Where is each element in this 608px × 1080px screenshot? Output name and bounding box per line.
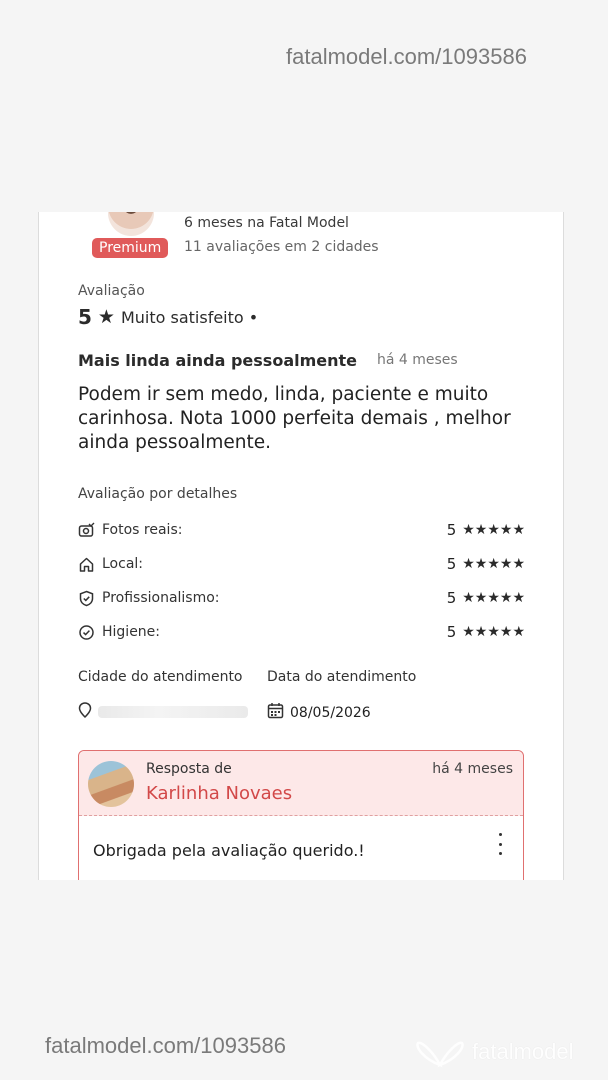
butterfly-logo-icon xyxy=(416,1041,464,1068)
rating-row: 5 ★ Muito satisfeito • xyxy=(78,305,258,329)
detail-stars: ★★★★★ xyxy=(462,624,525,640)
city-label: Cidade do atendimento xyxy=(78,669,243,685)
card-left-border xyxy=(38,212,39,880)
detail-value: 5 xyxy=(446,521,457,539)
detail-label: Profissionalismo: xyxy=(102,590,220,606)
detail-label: Local: xyxy=(102,556,144,572)
watermark-url-bottom: fatalmodel.com/1093586 xyxy=(45,1033,286,1058)
review-time: há 4 meses xyxy=(377,352,458,368)
review-title: Mais linda ainda pessoalmente xyxy=(78,351,358,370)
review-body: Podem ir sem medo, linda, paciente e mui… xyxy=(78,384,511,453)
date-label: Data do atendimento xyxy=(267,669,417,685)
time-on-site: 6 meses na Fatal Model xyxy=(184,215,349,231)
rating-label: Avaliação xyxy=(78,283,145,299)
premium-badge: Premium xyxy=(92,238,169,258)
detail-label: Fotos reais: xyxy=(102,522,183,538)
city-value xyxy=(78,702,248,722)
shield-check-icon xyxy=(78,590,95,607)
check-circle-icon xyxy=(78,624,95,641)
details-heading: Avaliação por detalhes xyxy=(78,486,238,502)
star-icon: ★ xyxy=(97,306,115,328)
more-options-icon[interactable] xyxy=(495,833,505,855)
watermark-logo: fatalmodel xyxy=(416,1034,596,1070)
detail-row-higiene: Higiene: 5 ★★★★★ xyxy=(78,620,525,644)
reviewer-avatar xyxy=(108,212,154,236)
camera-check-icon xyxy=(78,522,95,539)
watermark-logo-text: fatalmodel xyxy=(472,1039,574,1064)
calendar-icon xyxy=(267,702,284,723)
reply-box: Resposta de Karlinha Novaes há 4 meses O… xyxy=(78,750,524,880)
detail-stars: ★★★★★ xyxy=(462,522,525,538)
rating-value: 5 xyxy=(78,305,92,329)
detail-stars: ★★★★★ xyxy=(462,590,525,606)
city-redacted xyxy=(98,706,248,718)
review-card: Premium 6 meses na Fatal Model 11 avalia… xyxy=(38,212,564,880)
home-icon xyxy=(78,556,95,573)
reply-text: Obrigada pela avaliação querido.! xyxy=(93,841,365,860)
reviews-summary: 11 avaliações em 2 cidades xyxy=(184,239,379,255)
date-value: 08/05/2026 xyxy=(290,704,371,721)
card-right-border xyxy=(563,212,564,880)
detail-value: 5 xyxy=(446,555,457,573)
reply-time: há 4 meses xyxy=(432,761,513,777)
reply-from-label: Resposta de xyxy=(146,761,232,777)
reply-header: Resposta de Karlinha Novaes há 4 meses xyxy=(79,751,523,816)
detail-label: Higiene: xyxy=(102,624,161,640)
detail-value: 5 xyxy=(446,589,457,607)
detail-row-fotos: Fotos reais: 5 ★★★★★ xyxy=(78,518,525,542)
reply-avatar[interactable] xyxy=(88,761,134,807)
detail-row-profissionalismo: Profissionalismo: 5 ★★★★★ xyxy=(78,586,525,610)
watermark-url-top: fatalmodel.com/1093586 xyxy=(286,44,527,69)
reply-author-name[interactable]: Karlinha Novaes xyxy=(146,783,292,804)
detail-stars: ★★★★★ xyxy=(462,556,525,572)
date-value-row: 08/05/2026 xyxy=(267,702,371,723)
location-pin-icon xyxy=(78,702,92,722)
detail-row-local: Local: 5 ★★★★★ xyxy=(78,552,525,576)
rating-text: Muito satisfeito • xyxy=(120,307,259,327)
detail-value: 5 xyxy=(446,623,457,641)
